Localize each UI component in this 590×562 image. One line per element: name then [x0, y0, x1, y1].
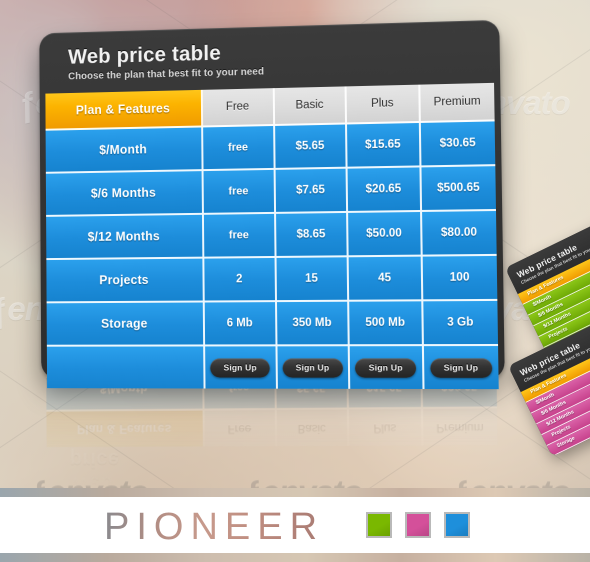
cell-1-1: $7.65 [275, 169, 348, 214]
signup-button-plus[interactable]: Sign Up [355, 358, 416, 377]
cell-2-2: $50.00 [348, 212, 422, 257]
cell-4-1: 350 Mb [277, 302, 350, 347]
color-swatch-group [366, 512, 470, 538]
signup-button-basic[interactable]: Sign Up [283, 358, 343, 377]
footer-bottom-strip [0, 553, 590, 562]
signup-button-free[interactable]: Sign Up [211, 358, 270, 377]
cell-4-0: 6 Mb [205, 302, 277, 346]
cell-3-0: 2 [204, 258, 276, 303]
table-body: $/Monthfree$5.65$15.65$30.65$/6 Monthsfr… [46, 121, 499, 389]
color-swatch-blue[interactable] [444, 512, 470, 538]
pricing-table: Plan & Features Free Basic Plus Premium … [45, 83, 498, 389]
table-row: $/12 Months free $8.65 $50.00 $80.00 [46, 211, 497, 260]
cell-0-0: free [203, 126, 275, 171]
cell-4-3: 3 Gb [423, 301, 498, 346]
cell-3-3: 100 [422, 256, 497, 301]
table-row: $/6 Months free $7.65 $20.65 $500.65 [46, 166, 496, 217]
signup-button-premium[interactable]: Sign Up [430, 358, 492, 377]
brand-name: PIONEER [104, 506, 324, 549]
feature-column-header: Plan & Features [45, 90, 203, 131]
cta-row: Sign Up Sign Up Sign Up Sign Up [47, 346, 499, 389]
feature-label: $/Month [46, 127, 204, 173]
cell-3-1: 15 [276, 257, 349, 302]
feature-label: Storage [47, 302, 206, 346]
plan-header-plus: Plus [347, 85, 421, 125]
plan-header-premium: Premium [420, 83, 495, 123]
cell-1-0: free [204, 170, 276, 215]
footer-top-strip [0, 488, 590, 497]
cell-4-2: 500 Mb [349, 301, 423, 346]
cta-cell-basic: Sign Up [277, 346, 350, 389]
cell-1-3: $500.65 [421, 166, 496, 212]
preview-stage: ƒenvato ƒenvato ƒenvato ƒenvato ƒenvato … [0, 0, 590, 562]
cta-row-spacer [47, 346, 206, 388]
price-table-card: Web price table Choose the plan that bes… [39, 20, 504, 379]
plan-header-free: Free [203, 88, 275, 127]
cell-3-2: 45 [349, 257, 423, 302]
table-row: $/Monthfree$5.65$15.65$30.65 [46, 121, 496, 173]
cta-cell-premium: Sign Up [423, 346, 498, 389]
cell-2-3: $80.00 [422, 211, 497, 257]
table-row: Storage 6 Mb 350 Mb 500 Mb 3 Gb [47, 301, 498, 347]
cta-cell-plus: Sign Up [350, 346, 424, 389]
color-swatch-green[interactable] [366, 512, 392, 538]
feature-label: Projects [46, 259, 204, 304]
cell-0-2: $15.65 [347, 123, 421, 169]
color-swatch-pink[interactable] [405, 512, 431, 538]
cell-2-1: $8.65 [276, 213, 349, 258]
table-row: Projects 2 15 45 100 [46, 256, 497, 303]
cta-cell-free: Sign Up [205, 346, 277, 388]
feature-label: $/6 Months [46, 171, 204, 217]
cell-0-1: $5.65 [275, 124, 348, 169]
footer-bar: PIONEER [0, 488, 590, 562]
cell-1-2: $20.65 [348, 167, 422, 213]
plan-header-basic: Basic [274, 86, 347, 126]
cell-2-0: free [204, 214, 276, 259]
feature-label: $/12 Months [46, 215, 204, 260]
cell-0-3: $30.65 [420, 121, 495, 167]
